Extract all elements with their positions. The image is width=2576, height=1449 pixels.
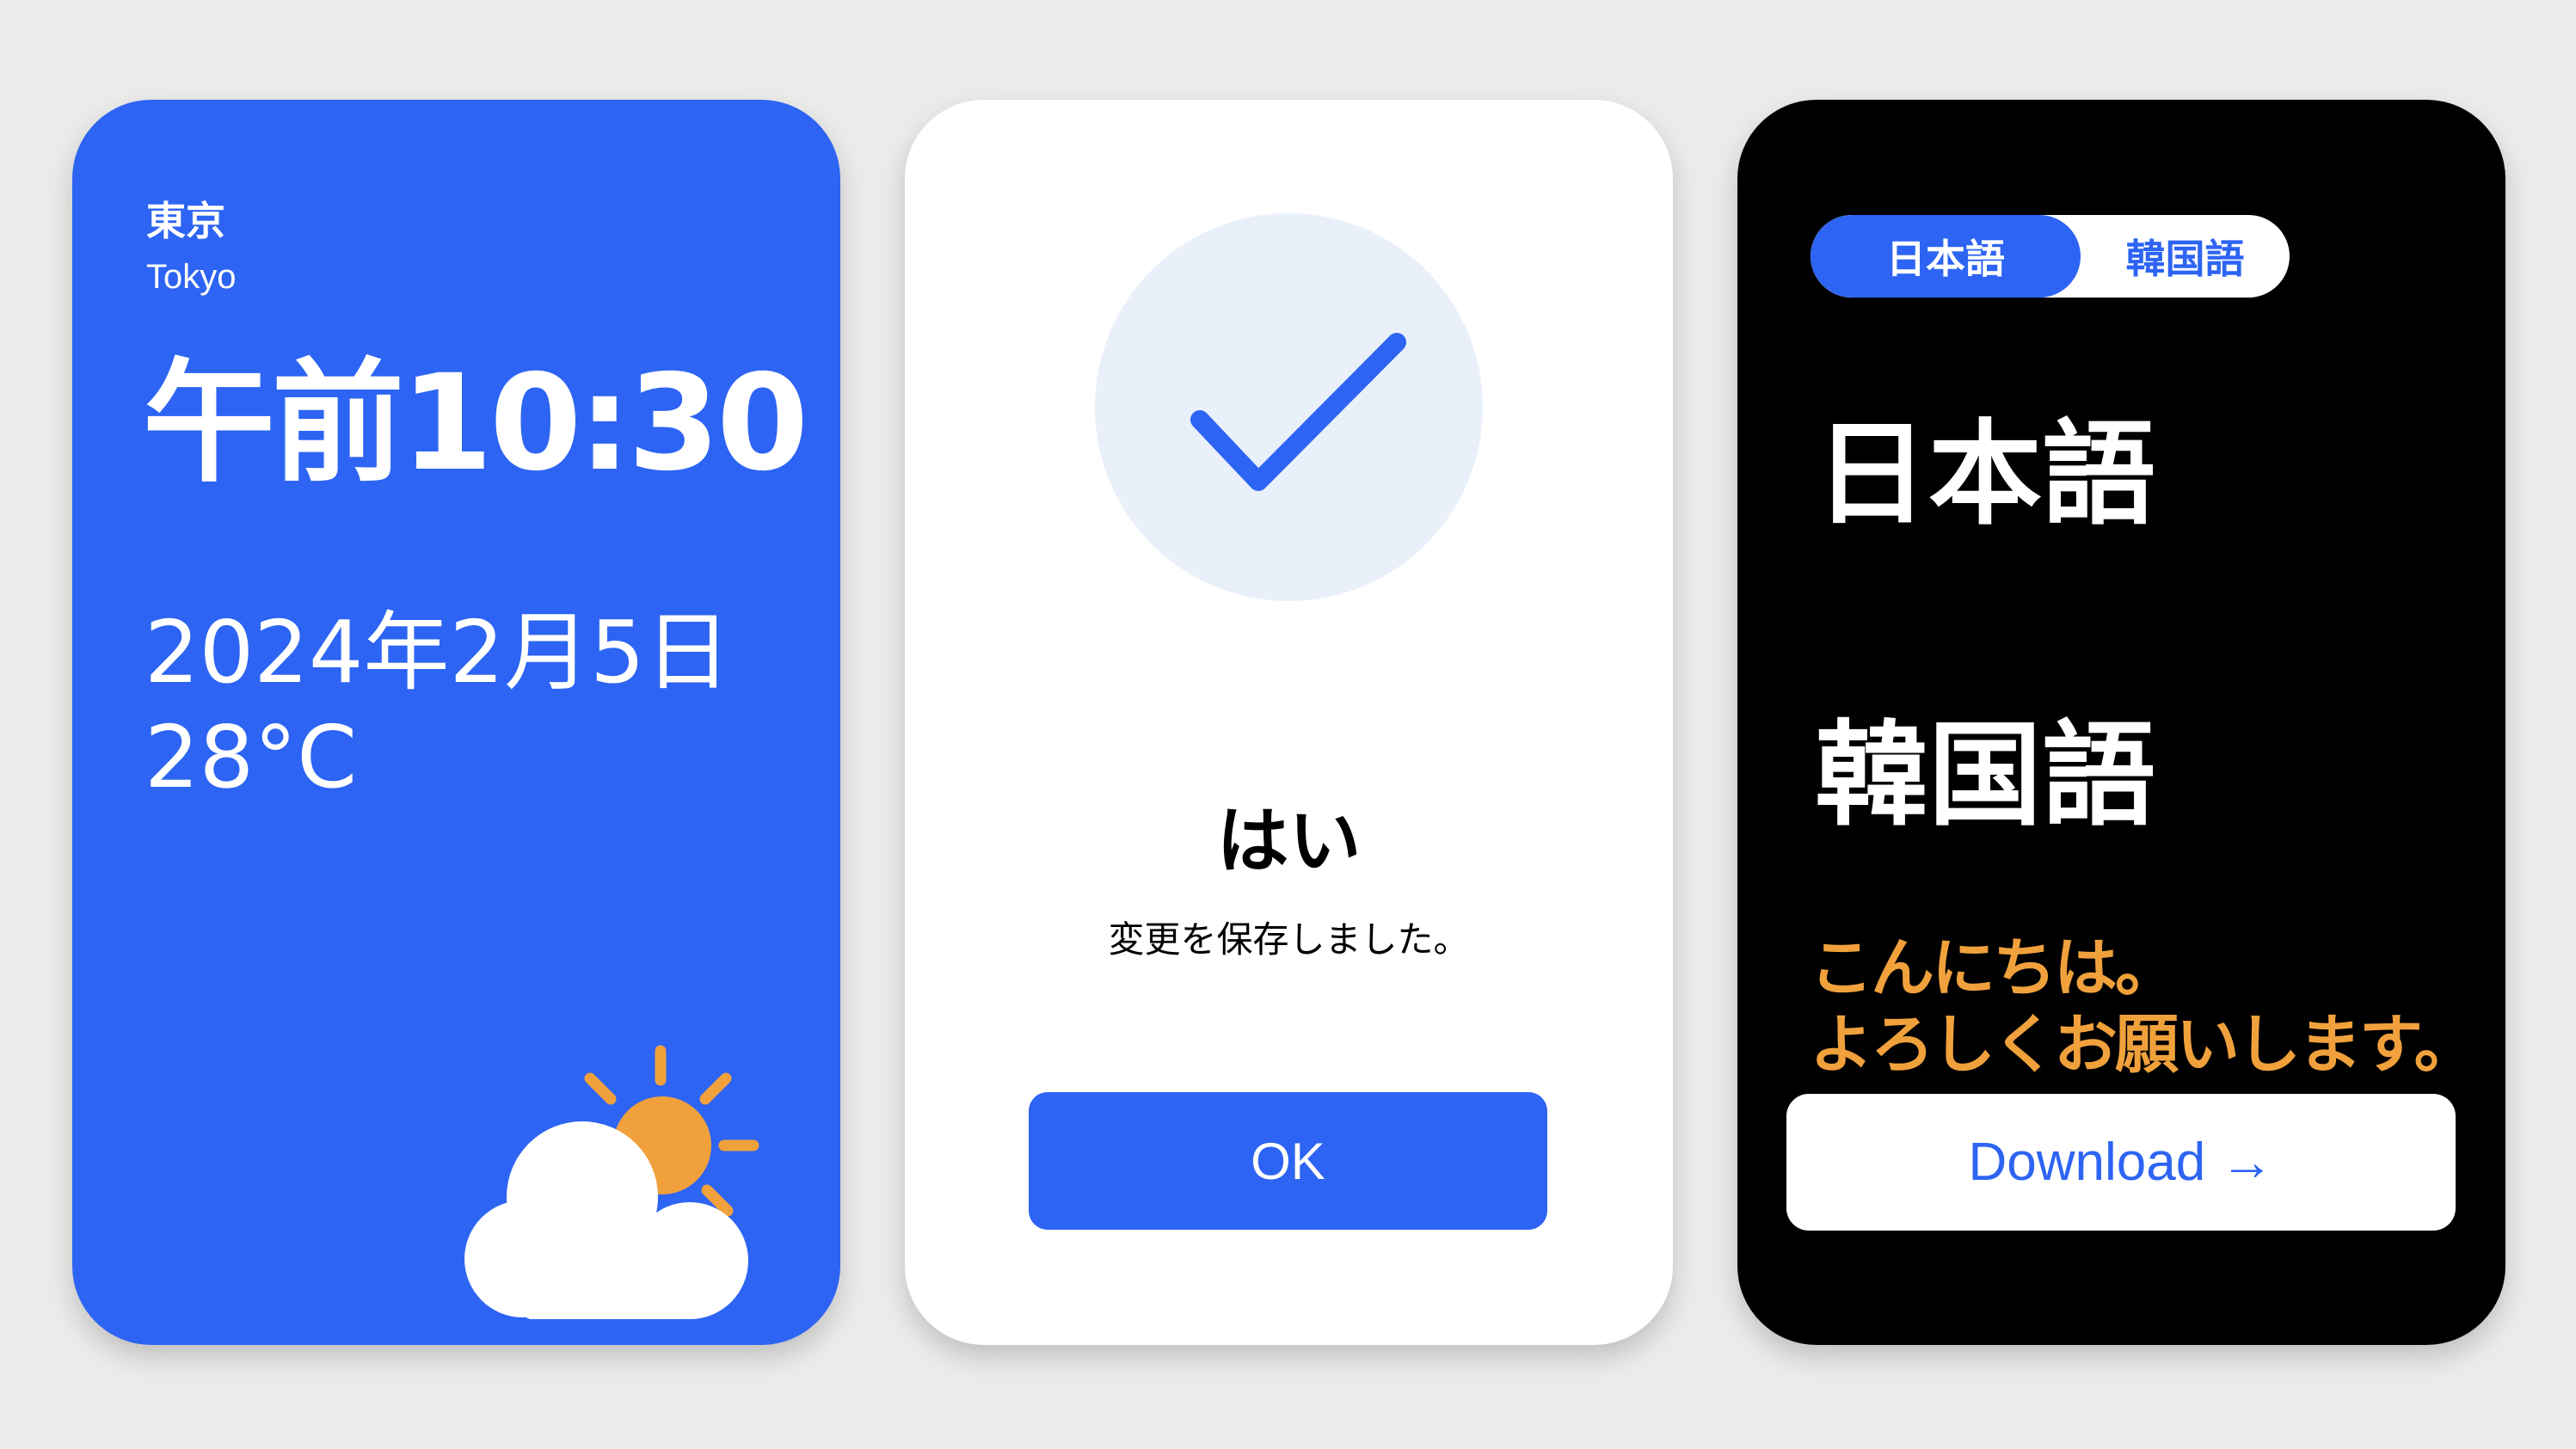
partly-cloudy-icon (464, 1045, 759, 1319)
city-name-jp: 東京 (146, 198, 225, 244)
weather-card: 東京 Tokyo 午前10:30 2024年2月5日 28°C (72, 100, 840, 1345)
checkmark-icon (1190, 333, 1406, 491)
confirmation-dialog: はい 変更を保存しました。 OK (905, 100, 1673, 1345)
greeting-line-2: よろしくお願いします。 (1810, 1007, 2478, 1082)
greeting-line-1: こんにちは。 (1810, 931, 2179, 1005)
toggle-option-korean[interactable]: 韓国語 (2081, 215, 2290, 298)
toggle-option-japanese[interactable]: 日本語 (1811, 215, 2081, 298)
current-time: 午前10:30 (143, 347, 808, 500)
success-badge (1095, 213, 1483, 601)
language-toggle[interactable]: 日本語 韓国語 (1811, 215, 2290, 298)
dialog-title: はい (1216, 799, 1362, 883)
language-card: 日本語 韓国語 日本語 韓国語 こんにちは。 よろしくお願いします。 Downl… (1737, 100, 2505, 1345)
dialog-message: 変更を保存しました。 (1108, 918, 1470, 961)
temperature: 28°C (144, 707, 358, 807)
greeting-text: こんにちは。 よろしくお願いします。 (1810, 930, 2478, 1084)
heading-japanese: 日本語 (1815, 408, 2155, 541)
download-button[interactable]: Download → (1786, 1094, 2456, 1231)
heading-korean: 韓国語 (1815, 709, 2155, 842)
city-name-en: Tokyo (146, 258, 237, 296)
ok-button[interactable]: OK (1029, 1092, 1547, 1230)
current-date: 2024年2月5日 (144, 602, 731, 703)
